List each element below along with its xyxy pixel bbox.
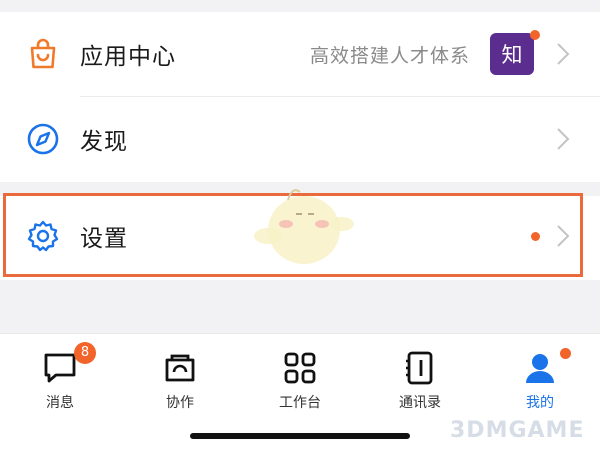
collaborate-icon [165,354,195,382]
shopping-bag-icon [24,35,62,73]
tab-label: 通讯录 [399,395,441,411]
tab-collaborate[interactable]: 协作 [130,348,230,412]
compass-icon [24,120,62,158]
watermark-text: 3DMGAME [450,418,585,443]
grid-icon [284,352,316,384]
user-icon [526,354,554,383]
tab-messages[interactable]: 8 消息 [10,342,110,412]
tab-label: 工作台 [279,395,321,411]
menu-item-discover[interactable]: 发现 [0,97,600,181]
app-center-subtitle: 高效搭建人才体系 [309,44,470,67]
unread-badge: 8 [74,342,96,364]
zhi-app-icon: 知 [490,33,534,75]
home-indicator [190,433,410,439]
tab-me[interactable]: 我的 [490,346,590,412]
menu-item-label: 发现 [80,129,128,155]
menu-card-top: 应用中心 高效搭建人才体系 知 发现 [0,12,600,182]
chevron-right-icon [557,128,570,150]
notification-dot [530,30,540,40]
mascot-watermark [254,189,354,264]
chevron-right-icon [557,43,570,65]
menu-item-app-center[interactable]: 应用中心 高效搭建人才体系 知 [0,12,600,96]
tab-contacts[interactable]: 通讯录 [370,348,470,412]
notification-dot [558,346,573,361]
tab-label: 消息 [46,395,74,411]
tab-workbench[interactable]: 工作台 [250,348,350,412]
top-strip [0,0,600,12]
tab-label: 协作 [166,395,194,411]
menu-item-label: 应用中心 [80,44,176,70]
address-book-icon [406,351,433,385]
tab-label: 我的 [526,395,554,411]
